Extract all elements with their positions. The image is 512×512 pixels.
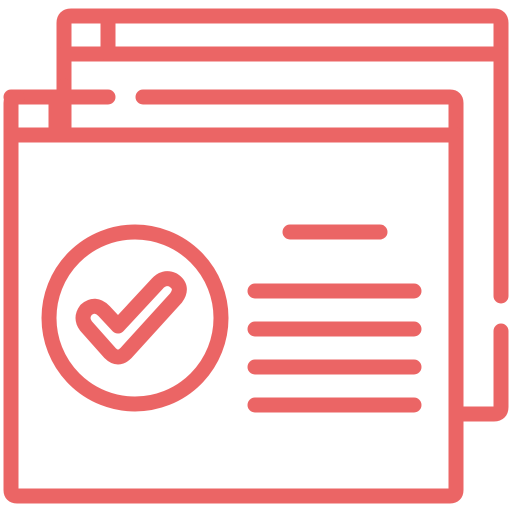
checkmark-icon xyxy=(75,271,187,365)
back-window-frame-lower xyxy=(454,323,509,422)
icon-svg xyxy=(3,8,509,504)
content-lines-icon xyxy=(247,224,422,413)
approved-web-page-icon xyxy=(0,0,512,512)
